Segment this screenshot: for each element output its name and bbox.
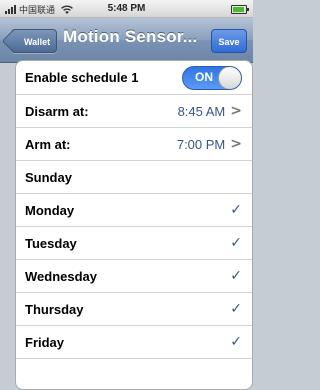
day-label: Thursday [25,301,84,317]
day-label: Friday [25,334,65,350]
checkmark-icon: ✓ [230,301,242,317]
day-label: Monday [25,202,75,218]
disarm-time-row[interactable]: Disarm at: 8:45 AM > [16,95,252,128]
day-row-tuesday[interactable]: Tuesday ✓ [16,227,252,260]
enable-schedule-label: Enable schedule 1 [25,70,139,85]
day-row-thursday[interactable]: Thursday ✓ [16,293,252,326]
checkmark-icon: ✓ [230,235,242,251]
arm-time-row[interactable]: Arm at: 7:00 PM > [16,128,252,161]
disarm-time-value: 8:45 AM [177,103,226,119]
chevron-right-icon: > [230,136,242,152]
toggle-state-label: ON [195,69,213,84]
chevron-right-icon: > [230,103,242,119]
day-row-friday[interactable]: Friday ✓ [16,326,252,359]
arm-time-value: 7:00 PM [176,136,226,152]
enable-schedule-toggle[interactable]: ON [182,65,242,90]
day-row-saturday-partial[interactable] [16,359,252,389]
checkmark-icon: ✓ [230,268,242,284]
save-button[interactable]: Save [211,29,247,53]
arm-label: Arm at: [25,136,71,152]
checkmark-icon: ✓ [230,334,242,350]
day-label: Tuesday [25,235,77,251]
status-time: 5:48 PM [107,3,146,14]
back-button[interactable]: Wallet [11,29,58,53]
navigation-bar: Wallet Motion Sensor... Save [0,18,253,63]
schedule-settings-group: Enable schedule 1 ON Disarm at: 8:45 AM … [15,60,253,390]
enable-schedule-row: Enable schedule 1 ON [16,61,252,95]
toggle-knob [218,66,241,89]
battery-icon [231,5,249,14]
day-row-wednesday[interactable]: Wednesday ✓ [16,260,252,293]
status-bar: 中国联通 5:48 PM [0,0,253,18]
checkmark-icon: ✓ [230,202,242,218]
disarm-label: Disarm at: [25,103,89,119]
page-title: Motion Sensor... [63,27,198,46]
day-label: Sunday [25,169,72,185]
day-row-sunday[interactable]: Sunday [16,161,252,194]
back-button-label: Wallet [24,37,51,47]
day-label: Wednesday [25,268,98,284]
day-row-monday[interactable]: Monday ✓ [16,194,252,227]
